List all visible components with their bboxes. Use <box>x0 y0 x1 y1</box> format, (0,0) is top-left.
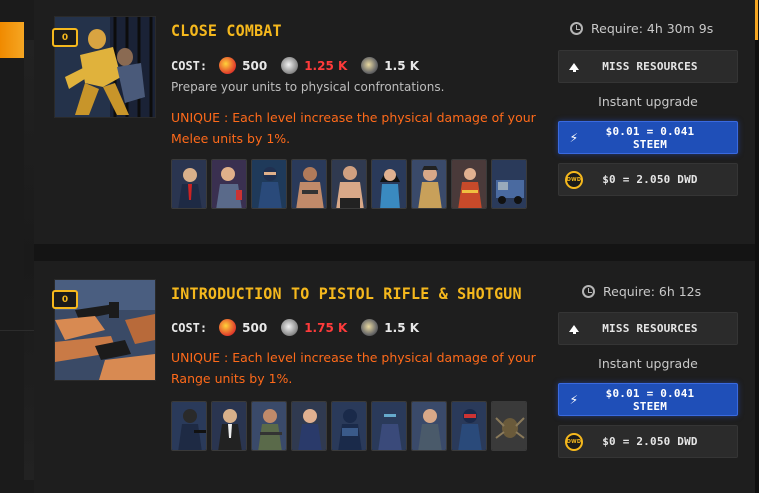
weapons-icon <box>281 319 299 336</box>
miss-resources-button[interactable]: MISS RESOURCES <box>558 312 738 345</box>
left-sidebar <box>0 0 34 493</box>
upgrade-arrow-icon <box>569 63 579 72</box>
unit-boxer-icon[interactable] <box>331 159 367 209</box>
lightning-icon: ⚡ <box>569 391 579 408</box>
weapons-icon <box>281 57 299 74</box>
dwd-coin-icon: DWD <box>565 170 583 189</box>
instant-dwd-button[interactable]: DWD $0 = 2.050 DWD <box>558 163 738 196</box>
unit-swat-icon[interactable] <box>331 401 367 451</box>
sidebar-grip <box>24 40 34 480</box>
require-timer: Require: 6h 12s <box>582 284 701 299</box>
require-text: Require: 4h 30m 9s <box>591 21 714 36</box>
unit-list <box>171 159 527 209</box>
unit-sniper-icon[interactable] <box>411 401 447 451</box>
upgrade-arrow-icon <box>569 325 579 334</box>
cost-alcohol-value: 1.5 K <box>384 58 420 73</box>
lightning-icon: ⚡ <box>569 129 579 146</box>
unit-agent-icon[interactable] <box>211 401 247 451</box>
instant-steem-button[interactable]: ⚡ $0.01 = 0.041 STEEM <box>558 383 738 416</box>
unit-gunman-icon[interactable] <box>171 401 207 451</box>
dwd-coin-icon: DWD <box>565 432 583 451</box>
miss-resources-label: MISS RESOURCES <box>602 60 698 73</box>
cost-weapons-value: 1.25 K <box>304 58 348 73</box>
unit-spider-icon[interactable] <box>491 401 527 451</box>
unit-commando-icon[interactable] <box>451 401 487 451</box>
cost-weapons-value: 1.75 K <box>304 320 348 335</box>
skill-description: Prepare your units to physical confronta… <box>171 80 445 94</box>
unit-ninja-icon[interactable] <box>251 159 287 209</box>
skill-title: INTRODUCTION TO PISTOL RIFLE & SHOTGUN <box>171 284 522 304</box>
cost-alcohol-value: 1.5 K <box>384 320 420 335</box>
clock-icon <box>570 22 583 35</box>
cost-label: COST: <box>171 320 208 335</box>
level-badge: 0 <box>52 290 78 309</box>
miss-resources-button[interactable]: MISS RESOURCES <box>558 50 738 83</box>
food-icon <box>219 319 237 336</box>
clock-icon <box>582 285 595 298</box>
cost-label: COST: <box>171 58 208 73</box>
miss-resources-label: MISS RESOURCES <box>602 322 698 335</box>
cost-row: COST: 500 1.75 K 1.5 K <box>171 319 427 336</box>
alcohol-icon <box>361 57 379 74</box>
unit-bartender-icon[interactable] <box>211 159 247 209</box>
unit-list <box>171 401 527 451</box>
skill-unique-bonus: UNIQUE : Each level increase the physica… <box>171 350 536 386</box>
require-timer: Require: 4h 30m 9s <box>570 21 713 36</box>
unit-woman-icon[interactable] <box>371 159 407 209</box>
instant-steem-button[interactable]: ⚡ $0.01 = 0.041 STEEM <box>558 121 738 154</box>
unit-bald-icon[interactable] <box>291 401 327 451</box>
sidebar-divider <box>0 330 34 331</box>
alcohol-icon <box>361 319 379 336</box>
scrollbar[interactable] <box>755 0 759 493</box>
instant-upgrade-label: Instant upgrade <box>598 356 698 371</box>
skill-unique-bonus: UNIQUE : Each level increase the physica… <box>171 110 536 146</box>
require-text: Require: 6h 12s <box>603 284 702 299</box>
scrollbar-thumb[interactable] <box>755 0 758 40</box>
unit-pirate-icon[interactable] <box>411 159 447 209</box>
steem-price-label: $0.01 = 0.041 STEEM <box>605 124 695 151</box>
unit-soldier-icon[interactable] <box>251 401 287 451</box>
steem-price-label: $0.01 = 0.041 STEEM <box>605 386 695 413</box>
cost-food-value: 500 <box>242 58 268 73</box>
unit-samurai-icon[interactable] <box>451 159 487 209</box>
cost-row: COST: 500 1.25 K 1.5 K <box>171 57 427 74</box>
level-badge: 0 <box>52 28 78 47</box>
sidebar-active-marker[interactable] <box>0 22 24 58</box>
food-icon <box>219 57 237 74</box>
dwd-price-label: $0 = 2.050 DWD <box>602 173 698 186</box>
cost-food-value: 500 <box>242 320 268 335</box>
instant-upgrade-label: Instant upgrade <box>598 94 698 109</box>
dwd-price-label: $0 = 2.050 DWD <box>602 435 698 448</box>
unit-brawler-icon[interactable] <box>291 159 327 209</box>
skill-title: CLOSE COMBAT <box>171 21 282 41</box>
unit-trooper-icon[interactable] <box>371 401 407 451</box>
unit-suit-icon[interactable] <box>171 159 207 209</box>
instant-dwd-button[interactable]: DWD $0 = 2.050 DWD <box>558 425 738 458</box>
unit-truck-icon[interactable] <box>491 159 527 209</box>
